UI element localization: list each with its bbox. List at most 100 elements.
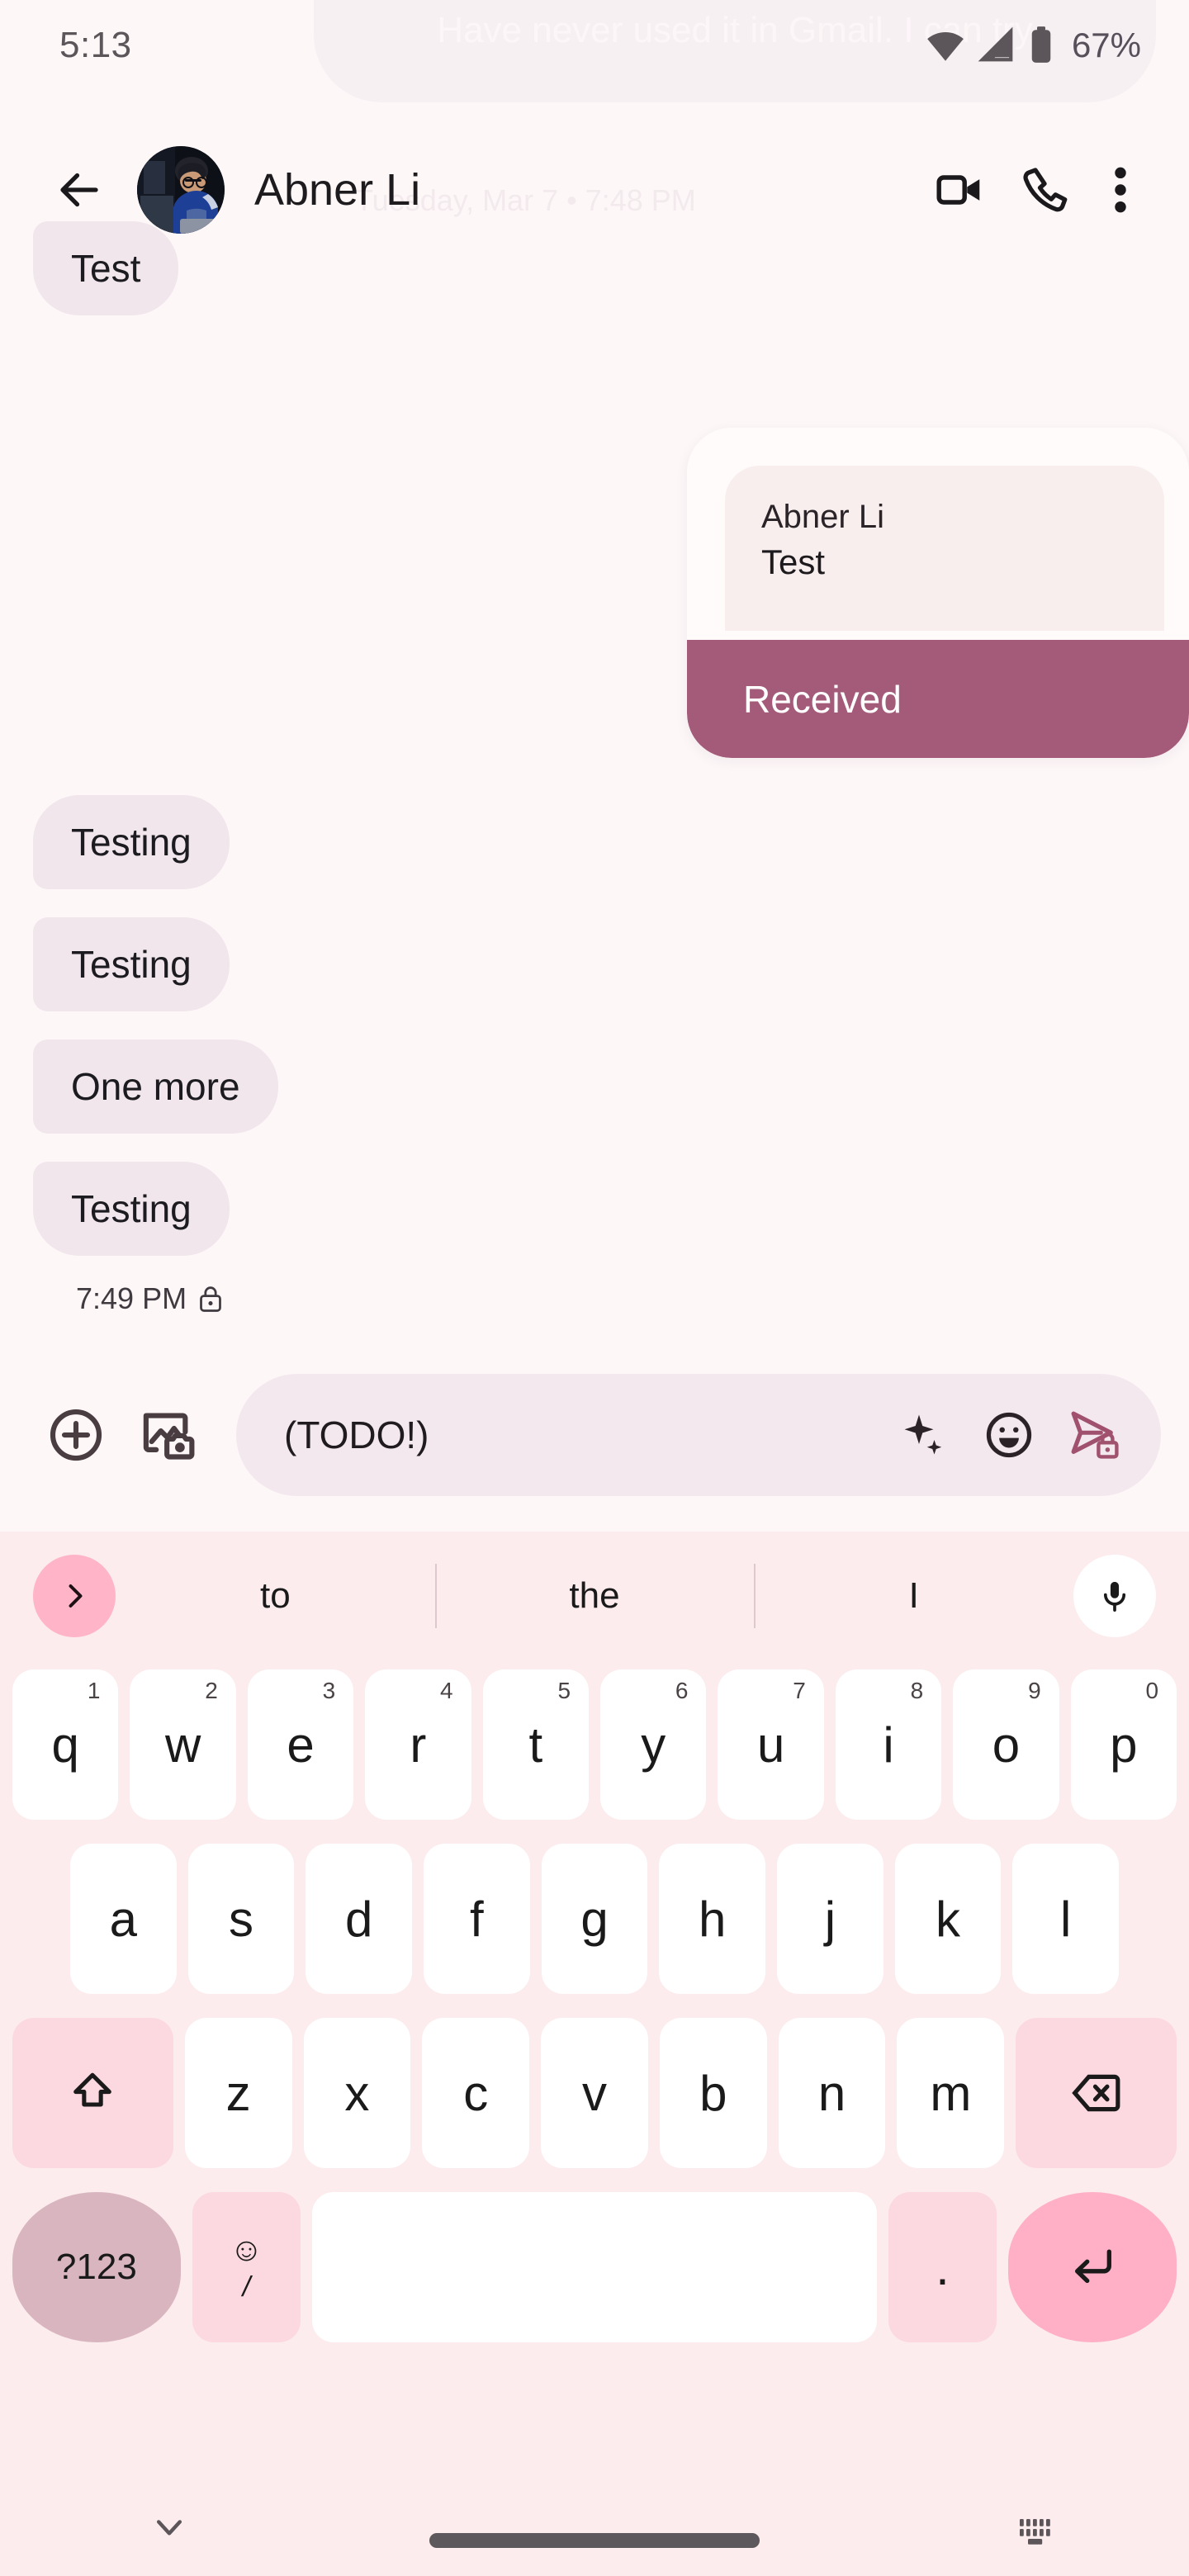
send-button[interactable] bbox=[1052, 1392, 1138, 1478]
avatar[interactable] bbox=[137, 146, 225, 234]
notification-status-banner: Received bbox=[687, 640, 1189, 758]
battery-icon bbox=[1027, 25, 1055, 66]
key-i[interactable]: 8 i bbox=[836, 1669, 941, 1820]
notification-text: Test bbox=[761, 541, 1128, 583]
key-e[interactable]: 3 e bbox=[248, 1669, 353, 1820]
voice-input-button[interactable] bbox=[1073, 1555, 1156, 1637]
keyboard-row-2: a s d f g h j k l bbox=[0, 1838, 1189, 2000]
suggestion-chip[interactable]: I bbox=[754, 1575, 1073, 1617]
phone-icon bbox=[1021, 165, 1070, 215]
key-d[interactable]: d bbox=[306, 1844, 412, 1994]
video-call-button[interactable] bbox=[917, 147, 1002, 233]
key-number-hint: 5 bbox=[557, 1678, 571, 1704]
magic-compose-button[interactable] bbox=[880, 1392, 966, 1478]
suggestion-chip[interactable]: the bbox=[435, 1575, 755, 1617]
message-bubble[interactable]: Testing bbox=[33, 795, 230, 889]
message-input-pill[interactable]: (TODO!) bbox=[236, 1374, 1161, 1496]
message-list[interactable]: Test Testing Testing One more Testing 7:… bbox=[0, 256, 1189, 1329]
shift-arrow-icon bbox=[69, 2069, 116, 2117]
chevron-right-icon bbox=[59, 1581, 89, 1611]
message-bubble[interactable]: One more bbox=[33, 1039, 278, 1134]
key-j[interactable]: j bbox=[777, 1844, 883, 1994]
key-m[interactable]: m bbox=[897, 2018, 1004, 2168]
backspace-key[interactable] bbox=[1016, 2018, 1177, 2168]
key-h[interactable]: h bbox=[659, 1844, 765, 1994]
key-y[interactable]: 6 y bbox=[600, 1669, 706, 1820]
expand-toolbar-button[interactable] bbox=[33, 1555, 116, 1637]
overflow-menu-button[interactable] bbox=[1088, 147, 1153, 233]
key-label: e bbox=[287, 1717, 314, 1773]
switch-keyboard-button[interactable] bbox=[999, 2493, 1073, 2568]
home-indicator[interactable] bbox=[429, 2533, 760, 2548]
key-k[interactable]: k bbox=[895, 1844, 1002, 1994]
more-vertical-icon bbox=[1114, 164, 1127, 215]
emoji-smiley-icon: ☺ bbox=[230, 2233, 263, 2266]
plus-circle-icon bbox=[47, 1406, 105, 1464]
key-q[interactable]: 1 q bbox=[12, 1669, 118, 1820]
key-x[interactable]: x bbox=[304, 2018, 411, 2168]
voice-call-button[interactable] bbox=[1002, 147, 1088, 233]
suggestion-chip[interactable]: to bbox=[116, 1575, 435, 1617]
space-key[interactable] bbox=[312, 2192, 877, 2342]
compose-bar: (TODO!) bbox=[0, 1361, 1189, 1509]
arrow-back-icon bbox=[54, 165, 104, 215]
emoji-key-sublabel: / bbox=[243, 2273, 250, 2301]
app-bar: Abner Li bbox=[0, 124, 1189, 256]
key-number-hint: 8 bbox=[911, 1678, 924, 1704]
back-button[interactable] bbox=[40, 150, 119, 230]
key-number-hint: 0 bbox=[1145, 1678, 1158, 1704]
avatar-photo bbox=[137, 146, 225, 234]
key-t[interactable]: 5 t bbox=[483, 1669, 589, 1820]
key-n[interactable]: n bbox=[779, 2018, 886, 2168]
key-o[interactable]: 9 o bbox=[953, 1669, 1059, 1820]
emoji-button[interactable] bbox=[966, 1392, 1052, 1478]
message-bubble[interactable]: Testing bbox=[33, 1162, 230, 1256]
key-label: i bbox=[883, 1717, 893, 1773]
shift-key[interactable] bbox=[12, 2018, 173, 2168]
navigation-bar bbox=[0, 2469, 1189, 2576]
notification-body: Abner Li Test bbox=[725, 466, 1164, 631]
keyboard-row-1: 1 q 2 w 3 e 4 r 5 t 6 y 7 u 8 i bbox=[0, 1664, 1189, 1825]
gallery-camera-button[interactable] bbox=[122, 1389, 215, 1481]
message-bubble[interactable]: Testing bbox=[33, 917, 230, 1011]
status-icons: 67% bbox=[925, 25, 1141, 66]
hide-keyboard-button[interactable] bbox=[132, 2490, 206, 2564]
symbols-key[interactable]: ?123 bbox=[12, 2192, 181, 2342]
key-label: r bbox=[410, 1717, 426, 1773]
message-input[interactable]: (TODO!) bbox=[284, 1413, 880, 1457]
enter-arrow-icon bbox=[1068, 2243, 1116, 2291]
suggestion-strip: to the I bbox=[0, 1532, 1189, 1660]
key-l[interactable]: l bbox=[1012, 1844, 1119, 1994]
add-attachment-button[interactable] bbox=[30, 1389, 122, 1481]
keyboard-row-3: z x c v b n m bbox=[0, 2012, 1189, 2174]
key-c[interactable]: c bbox=[422, 2018, 529, 2168]
on-screen-keyboard[interactable]: to the I 1 q 2 w 3 e 4 bbox=[0, 1532, 1189, 2576]
message-meta: 7:49 PM bbox=[76, 1281, 223, 1316]
key-r[interactable]: 4 r bbox=[365, 1669, 471, 1820]
key-p[interactable]: 0 p bbox=[1071, 1669, 1177, 1820]
keyboard-row-4: ?123 ☺ / . bbox=[0, 2186, 1189, 2348]
key-w[interactable]: 2 w bbox=[130, 1669, 235, 1820]
key-number-hint: 4 bbox=[440, 1678, 453, 1704]
key-number-hint: 3 bbox=[323, 1678, 336, 1704]
key-number-hint: 9 bbox=[1028, 1678, 1041, 1704]
chevron-down-icon bbox=[151, 2509, 187, 2545]
key-a[interactable]: a bbox=[70, 1844, 177, 1994]
key-u[interactable]: 7 u bbox=[718, 1669, 823, 1820]
key-z[interactable]: z bbox=[185, 2018, 292, 2168]
battery-percent-label: 67% bbox=[1072, 26, 1141, 65]
key-g[interactable]: g bbox=[542, 1844, 648, 1994]
cellular-signal-icon bbox=[978, 26, 1016, 64]
contact-name[interactable]: Abner Li bbox=[254, 164, 917, 215]
heads-up-notification-card[interactable]: Abner Li Test Received bbox=[687, 428, 1189, 758]
key-f[interactable]: f bbox=[424, 1844, 530, 1994]
key-v[interactable]: v bbox=[541, 2018, 648, 2168]
enter-key[interactable] bbox=[1008, 2192, 1177, 2342]
sparkle-icon bbox=[898, 1410, 948, 1460]
key-number-hint: 2 bbox=[205, 1678, 218, 1704]
emoji-key[interactable]: ☺ / bbox=[192, 2192, 301, 2342]
period-key[interactable]: . bbox=[888, 2192, 997, 2342]
key-number-hint: 6 bbox=[675, 1678, 689, 1704]
key-s[interactable]: s bbox=[188, 1844, 295, 1994]
key-b[interactable]: b bbox=[660, 2018, 767, 2168]
